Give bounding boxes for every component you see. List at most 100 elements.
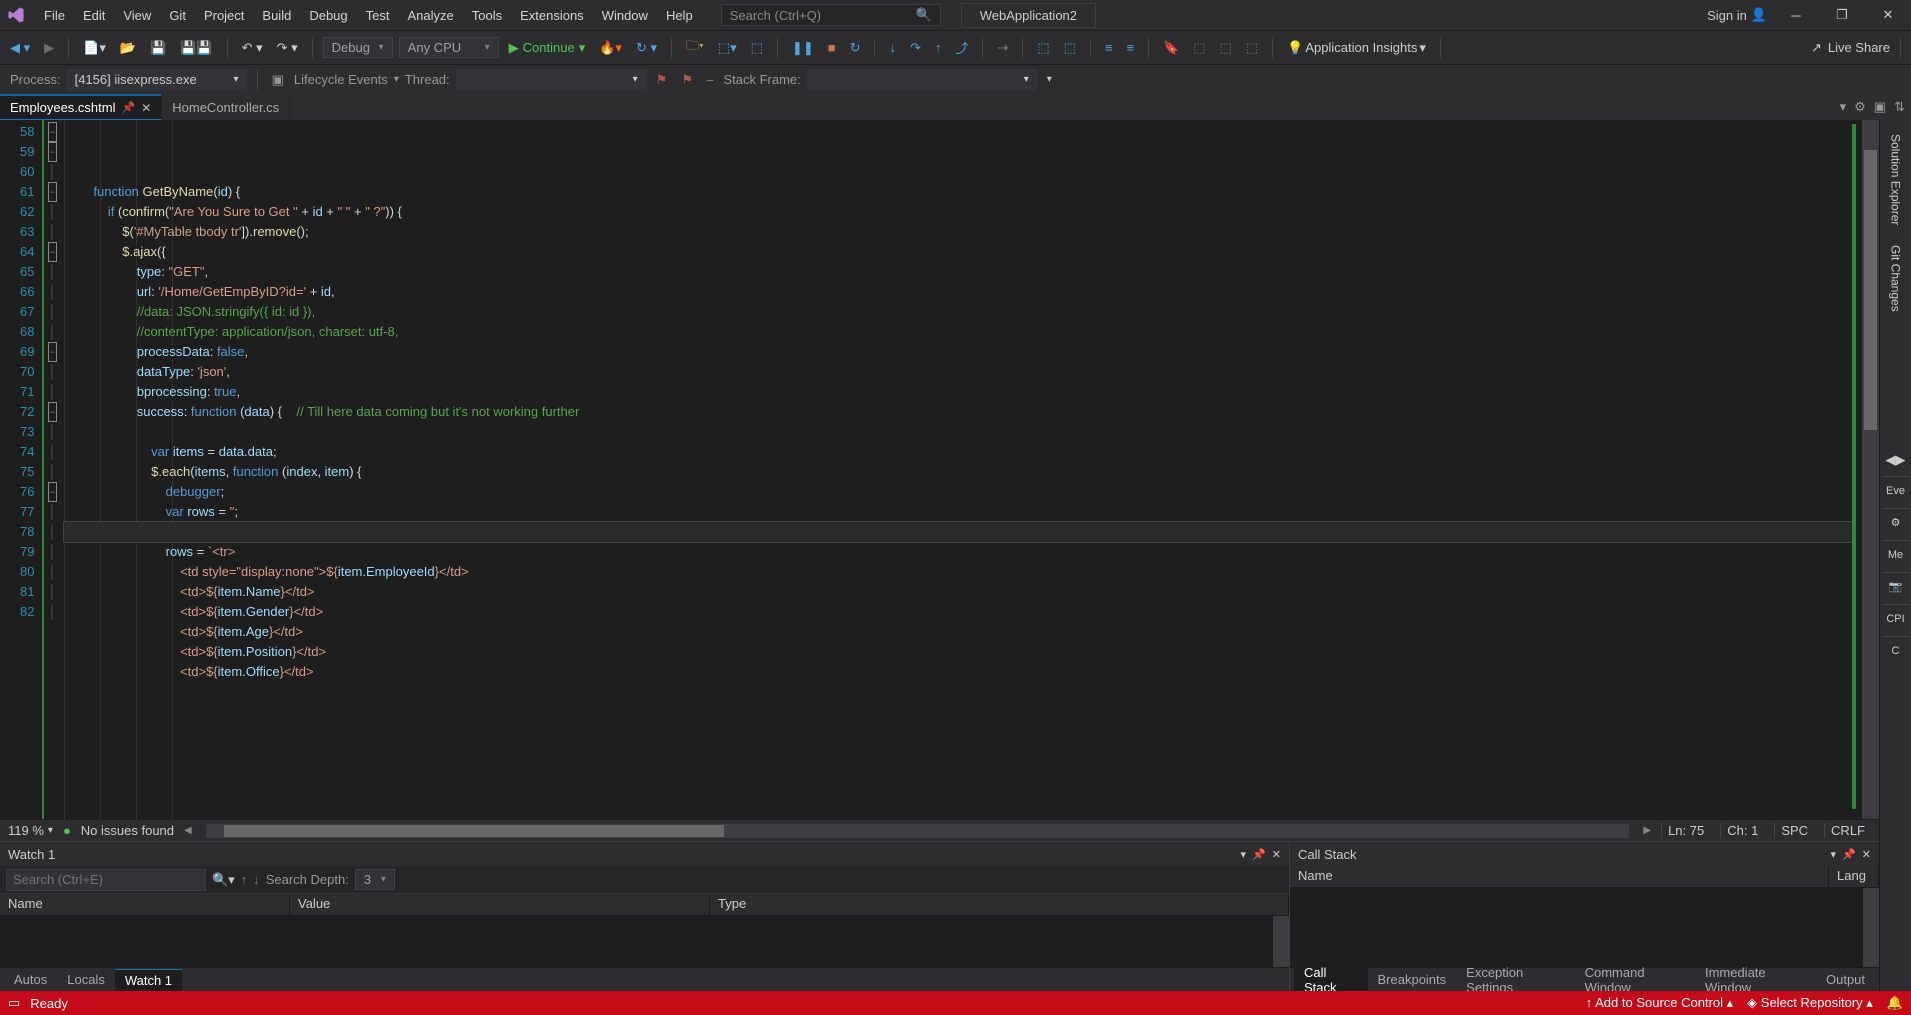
notifications-icon[interactable]: 🔔 xyxy=(1887,995,1903,1011)
new-item-button[interactable]: 📄▾ xyxy=(79,38,110,58)
horizontal-scrollbar[interactable] xyxy=(206,824,1630,838)
code-line[interactable] xyxy=(64,422,1852,442)
save-all-button[interactable]: 💾💾 xyxy=(176,38,216,58)
process-combo[interactable]: [4156] iisexpress.exe▾ xyxy=(67,69,247,91)
code-line[interactable]: $.each(items, function (index, item) { xyxy=(64,462,1852,482)
toolbar-overflow[interactable]: ▾ xyxy=(1043,72,1056,87)
tool-g[interactable]: ⬚ xyxy=(1242,38,1262,58)
pause-button[interactable]: ❚❚ xyxy=(788,38,818,58)
code-line[interactable]: function GetByName(id) { xyxy=(64,182,1852,202)
watch-tab-locals[interactable]: Locals xyxy=(57,969,115,990)
stop-button[interactable]: ■ xyxy=(824,38,840,57)
hot-reload-button[interactable]: 🔥▾ xyxy=(595,38,626,58)
restart-debug-button[interactable]: ↻ xyxy=(846,38,865,58)
code-line[interactable]: <td>${item.Name}</td> xyxy=(64,582,1852,602)
tool-d[interactable]: ≡ xyxy=(1123,38,1139,57)
watch-tab-autos[interactable]: Autos xyxy=(4,969,57,990)
callstack-vscroll[interactable] xyxy=(1863,888,1879,967)
maximize-button[interactable]: ❐ xyxy=(1825,2,1859,28)
code-line[interactable]: //contentType: application/json, charset… xyxy=(64,322,1852,342)
lineending-indicator[interactable]: CRLF xyxy=(1824,823,1871,838)
live-share-button[interactable]: ↗ Live Share xyxy=(1811,40,1890,56)
fold-toggle[interactable]: − xyxy=(48,142,57,162)
fold-gutter[interactable]: −−│−││−││││−││−│││−││││││ xyxy=(42,120,60,819)
cs-tab-output[interactable]: Output xyxy=(1816,969,1875,990)
col-name[interactable]: Name xyxy=(0,894,290,915)
fold-toggle[interactable]: − xyxy=(48,482,57,502)
code-line[interactable]: success: function (data) { // Till here … xyxy=(64,402,1852,422)
fold-toggle[interactable]: − xyxy=(48,122,57,142)
col-name[interactable]: Name xyxy=(1290,866,1829,887)
code-line[interactable]: <td>${item.Position}</td> xyxy=(64,642,1852,662)
code-content[interactable]: function GetByName(id) { if (confirm("Ar… xyxy=(60,120,1852,819)
pin-panel-icon[interactable]: 📌 xyxy=(1842,848,1856,861)
snapshot-icon[interactable]: 📷 xyxy=(1882,572,1910,600)
tab-homecontroller[interactable]: HomeController.cs xyxy=(162,94,290,120)
cog-icon[interactable]: ⚙ xyxy=(1882,508,1910,536)
stackframe-combo[interactable]: ▾ xyxy=(807,69,1037,91)
code-line[interactable]: processData: false, xyxy=(64,342,1852,362)
flag-1[interactable]: ⚑ xyxy=(652,70,672,90)
pin-panel-icon[interactable]: 📌 xyxy=(1252,848,1266,861)
fold-toggle[interactable]: − xyxy=(48,242,57,262)
window-pos-icon[interactable]: ▾ xyxy=(1241,848,1247,861)
bookmark-button[interactable]: 🔖 xyxy=(1159,38,1183,58)
thread-combo[interactable]: ▾ xyxy=(456,69,646,91)
browser-link-button[interactable]: 🗀▾ xyxy=(682,35,708,61)
window-pos-icon[interactable]: ▾ xyxy=(1831,848,1837,861)
thread-icon[interactable]: ⎯ xyxy=(703,70,718,90)
menu-git[interactable]: Git xyxy=(161,4,194,27)
menu-help[interactable]: Help xyxy=(658,4,701,27)
menu-project[interactable]: Project xyxy=(196,4,252,27)
code-line[interactable]: $.ajax({ xyxy=(64,242,1852,262)
menu-analyze[interactable]: Analyze xyxy=(399,4,461,27)
watch-grid[interactable] xyxy=(0,916,1289,967)
search-go-icon[interactable]: 🔍▾ xyxy=(212,872,235,888)
swap-icon[interactable]: ⇅ xyxy=(1894,99,1905,115)
tool-a[interactable]: ⬚ xyxy=(1033,38,1053,58)
git-changes-tab[interactable]: Git Changes xyxy=(1887,237,1905,320)
code-line[interactable]: <td>${item.Age}</td> xyxy=(64,622,1852,642)
menu-test[interactable]: Test xyxy=(358,4,398,27)
menu-file[interactable]: File xyxy=(36,4,73,27)
tool-btn-2[interactable]: ⬚ xyxy=(747,38,767,58)
code-editor[interactable]: 5859606162636465666768697071727374757677… xyxy=(0,120,1879,819)
active-files-dropdown[interactable]: ▾ xyxy=(1840,99,1847,115)
indent-indicator[interactable]: SPC xyxy=(1774,823,1814,838)
cs-tab-breakpoints[interactable]: Breakpoints xyxy=(1368,969,1457,990)
close-tab-icon[interactable]: ✕ xyxy=(141,101,151,115)
code-line[interactable]: if (confirm("Are You Sure to Get " + id … xyxy=(64,202,1852,222)
pin-icon[interactable]: 📌 xyxy=(121,101,135,114)
code-line[interactable]: $('#MyTable tbody tr']).remove(); xyxy=(64,222,1852,242)
watch-search-input[interactable] xyxy=(6,869,206,891)
insights-button[interactable]: 💡 Application Insights ▾ xyxy=(1283,38,1430,58)
tool-c[interactable]: ≡ xyxy=(1101,38,1117,57)
step-button[interactable]: ⤴ xyxy=(951,36,972,59)
step-into-button[interactable]: ↓ xyxy=(885,38,900,57)
restart-button[interactable]: ↻ ▾ xyxy=(632,38,661,58)
nav-fwd-button[interactable]: ▶ xyxy=(40,38,58,58)
code-line[interactable]: <td>${item.Office}</td> xyxy=(64,662,1852,682)
code-line[interactable]: <td style="display:none">${item.Employee… xyxy=(64,562,1852,582)
up-icon[interactable]: ↑ xyxy=(241,872,248,887)
watch-vscroll[interactable] xyxy=(1273,916,1289,967)
tool-e[interactable]: ⬚ xyxy=(1189,38,1209,58)
lifecycle-icon[interactable]: ▣ xyxy=(268,70,288,90)
code-line[interactable]: <td>${item.Gender}</td> xyxy=(64,602,1852,622)
code-line[interactable]: dataType: 'json', xyxy=(64,362,1852,382)
code-line[interactable]: bprocessing: true, xyxy=(64,382,1852,402)
cpu-tab[interactable]: CPI xyxy=(1882,604,1910,632)
fold-toggle[interactable]: − xyxy=(48,342,57,362)
fold-toggle[interactable]: − xyxy=(48,182,57,202)
close-panel-icon[interactable]: ✕ xyxy=(1862,848,1871,861)
watch-tab-watch-1[interactable]: Watch 1 xyxy=(115,969,182,991)
events-tab[interactable]: Eve xyxy=(1882,476,1910,504)
undo-button[interactable]: ↶ ▾ xyxy=(238,38,267,58)
close-button[interactable]: ✕ xyxy=(1871,2,1905,28)
code-line[interactable]: var rows = ''; xyxy=(64,502,1852,522)
code-line[interactable] xyxy=(64,522,1852,542)
code-line[interactable]: type: "GET", xyxy=(64,262,1852,282)
settings-icon[interactable]: ⚙ xyxy=(1854,99,1866,115)
open-button[interactable]: 📂 xyxy=(116,38,140,58)
vertical-scrollbar[interactable] xyxy=(1862,120,1879,819)
